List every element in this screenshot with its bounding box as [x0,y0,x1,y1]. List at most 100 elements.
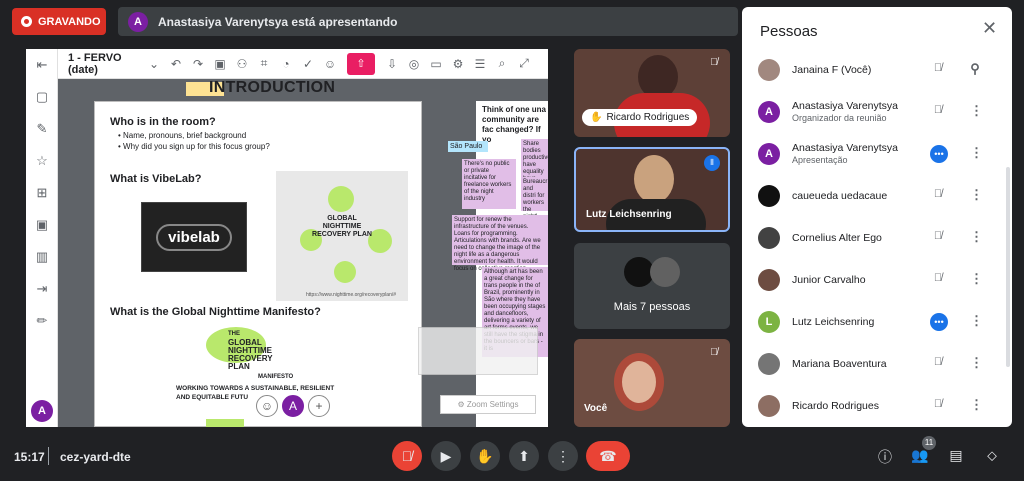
user-icon[interactable]: ☺ [319,57,341,71]
exit-icon[interactable]: ⇤ [34,57,50,73]
share-button[interactable]: ⇧ [347,52,375,75]
board-user-avatar[interactable]: A [31,400,53,422]
doc-title[interactable]: 1 - FERVO (date) [68,52,143,76]
check-icon[interactable]: ✓ [297,57,319,71]
mic-off-icon[interactable]: 🎙̸ [930,398,946,414]
activities-icon[interactable]: ⬦ [982,447,1002,467]
people-list-item[interactable]: A Anastasiya Varenytsya Apresentação ••• ⋮ [742,133,1004,175]
expand-icon[interactable]: ⤢ [513,56,535,71]
more-vert-icon[interactable]: ⋮ [970,103,983,119]
sticky-note-2[interactable]: Support for renew the infrastructure of … [452,215,548,272]
end-call-button[interactable]: ☎ [586,441,630,471]
mic-toggle-button[interactable]: 🎙̸ [392,441,422,471]
more-vert-icon[interactable]: ⋮ [970,229,983,245]
video-tile-ricardo[interactable]: 🎙̸ ✋ Ricardo Rodrigues [574,49,730,137]
sticky-note-icon[interactable]: ▢ [34,89,50,105]
people-list-item[interactable]: Ricardo Rodrigues 🎙̸ ⋮ [742,385,1004,427]
video-tile-self[interactable]: 🎙̸ Você [574,339,730,427]
view-icon[interactable]: ◎ [403,57,425,71]
recording-label: GRAVANDO [38,15,101,28]
info-icon[interactable]: ⓘ [875,447,895,467]
more-vert-icon[interactable]: ⋮ [970,271,983,287]
people-icon[interactable]: 👥 [910,447,930,467]
mic-off-icon[interactable]: 🎙̸ [930,188,946,204]
add-icon[interactable]: + [308,395,330,417]
more-vert-icon[interactable]: ⋮ [970,187,983,203]
sao-paulo-tag[interactable]: São Paulo [448,141,488,152]
people-icon[interactable]: ⚇ [231,57,253,71]
frame-icon[interactable]: ▣ [209,57,231,71]
list-icon[interactable]: ☰ [469,57,491,71]
mic-off-icon[interactable]: 🎙̸ [930,104,946,120]
person-role: Organizador da reunião [792,113,887,123]
settings-icon[interactable]: ⚙ [447,57,469,71]
more-vert-icon[interactable]: ⋮ [970,313,983,329]
presenter-bubble[interactable]: A [282,395,304,417]
zoom-settings-button[interactable]: ⚙ Zoom Settings [440,395,536,414]
people-count-badge: 11 [922,436,936,450]
meeting-code: cez-yard-dte [60,450,131,464]
close-icon[interactable]: ✕ [982,19,1000,37]
people-list-item[interactable]: A Anastasiya Varenytsya Organizador da reu… [742,91,1004,133]
shared-whiteboard[interactable]: ⇤ ▢ ✎ ☆ ⊞ ▣ ▥ ⇥ ✏ 1 - FERVO (date) ⌄ ↶ ↷… [26,49,548,427]
person-name: Junior Carvalho [792,274,866,286]
undo-icon[interactable]: ↶ [165,57,187,71]
question-who: Who is in the room? [110,116,216,128]
grid-icon[interactable]: ⊞ [34,185,50,201]
people-list-item[interactable]: Janaina F (Você) 🎙̸ ⚲ [742,49,1004,91]
people-list-item[interactable]: Cornelius Alter Ego 🎙̸ ⋮ [742,217,1004,259]
import-icon[interactable]: ⇥ [34,281,50,297]
camera-toggle-button[interactable]: ▶ [431,441,461,471]
recovery-url[interactable]: https://www.nighttime.org/recoveryplan/# [306,292,396,298]
people-list-item[interactable]: Mariana Boaventura 🎙̸ ⋮ [742,343,1004,385]
chevron-down-icon[interactable]: ⌄ [143,57,165,71]
avatar [758,227,780,249]
chat-icon[interactable]: ▤ [946,447,966,467]
chat-icon[interactable]: ▭ [425,57,447,71]
more-vert-icon[interactable]: ⋮ [970,145,983,161]
people-list-item[interactable]: caueueda uedacaue 🎙̸ ⋮ [742,175,1004,217]
person-name: Cornelius Alter Ego [792,232,882,244]
sticky-note-mid[interactable]: Bureaucr and distri for workers the nigh… [521,177,548,220]
comment-icon[interactable]: ✎ [34,121,50,137]
person-role: Apresentação [792,155,848,165]
person-name: Anastasiya Varenytsya [792,142,899,154]
star-icon[interactable]: ☆ [34,153,50,169]
present-button[interactable]: ⬆ [509,441,539,471]
library-icon[interactable]: ▥ [34,249,50,265]
mic-off-icon[interactable]: 🎙̸ [930,356,946,372]
timer-icon[interactable]: ◔ [275,57,297,71]
more-options-button[interactable]: ⋮ [548,441,578,471]
mic-off-icon[interactable]: 🎙̸ [930,230,946,246]
speaking-indicator-icon[interactable]: ••• [930,145,948,163]
sticky-note-top[interactable]: Share bodies productive have equality ha… [521,139,548,189]
emoji-icon[interactable]: ☺ [256,395,278,417]
people-list-item[interactable]: L Lutz Leichsenring ••• ⋮ [742,301,1004,343]
more-vert-icon[interactable]: ⋮ [970,397,983,413]
minimap[interactable] [418,327,538,375]
plan-line-4: PLAN [228,362,250,371]
scrollbar[interactable] [1006,167,1010,367]
avatar [758,185,780,207]
raise-hand-button[interactable]: ✋ [470,441,500,471]
mic-off-icon[interactable]: 🎙̸ [930,272,946,288]
more-vert-icon[interactable]: ⋮ [970,355,983,371]
video-tile-lutz[interactable]: ⦀ Lutz Leichsenring [574,147,730,232]
pen-icon[interactable]: ✏ [34,313,50,329]
pin-icon[interactable]: ⚲ [970,61,980,77]
search-icon[interactable]: ⌕ [491,56,513,71]
presenting-banner: A Anastasiya Varenytsya está apresentand… [118,7,738,36]
mic-off-icon[interactable]: 🎙̸ [930,62,946,78]
bullet-1: • Name, pronouns, brief background [118,131,247,140]
crop-icon[interactable]: ⌗ [253,56,275,71]
upload-icon: ⇧ [356,58,366,70]
video-tile-more[interactable]: Mais 7 pessoas [574,243,730,329]
image-icon[interactable]: ▣ [34,217,50,233]
people-list-item[interactable]: Junior Carvalho 🎙̸ ⋮ [742,259,1004,301]
avatar [758,59,780,81]
participant-video [634,155,674,203]
redo-icon[interactable]: ↷ [187,57,209,71]
download-icon[interactable]: ⇩ [381,57,403,71]
speaking-indicator-icon[interactable]: ••• [930,313,948,331]
sticky-note-1[interactable]: There's no public or private incitative … [462,159,516,209]
